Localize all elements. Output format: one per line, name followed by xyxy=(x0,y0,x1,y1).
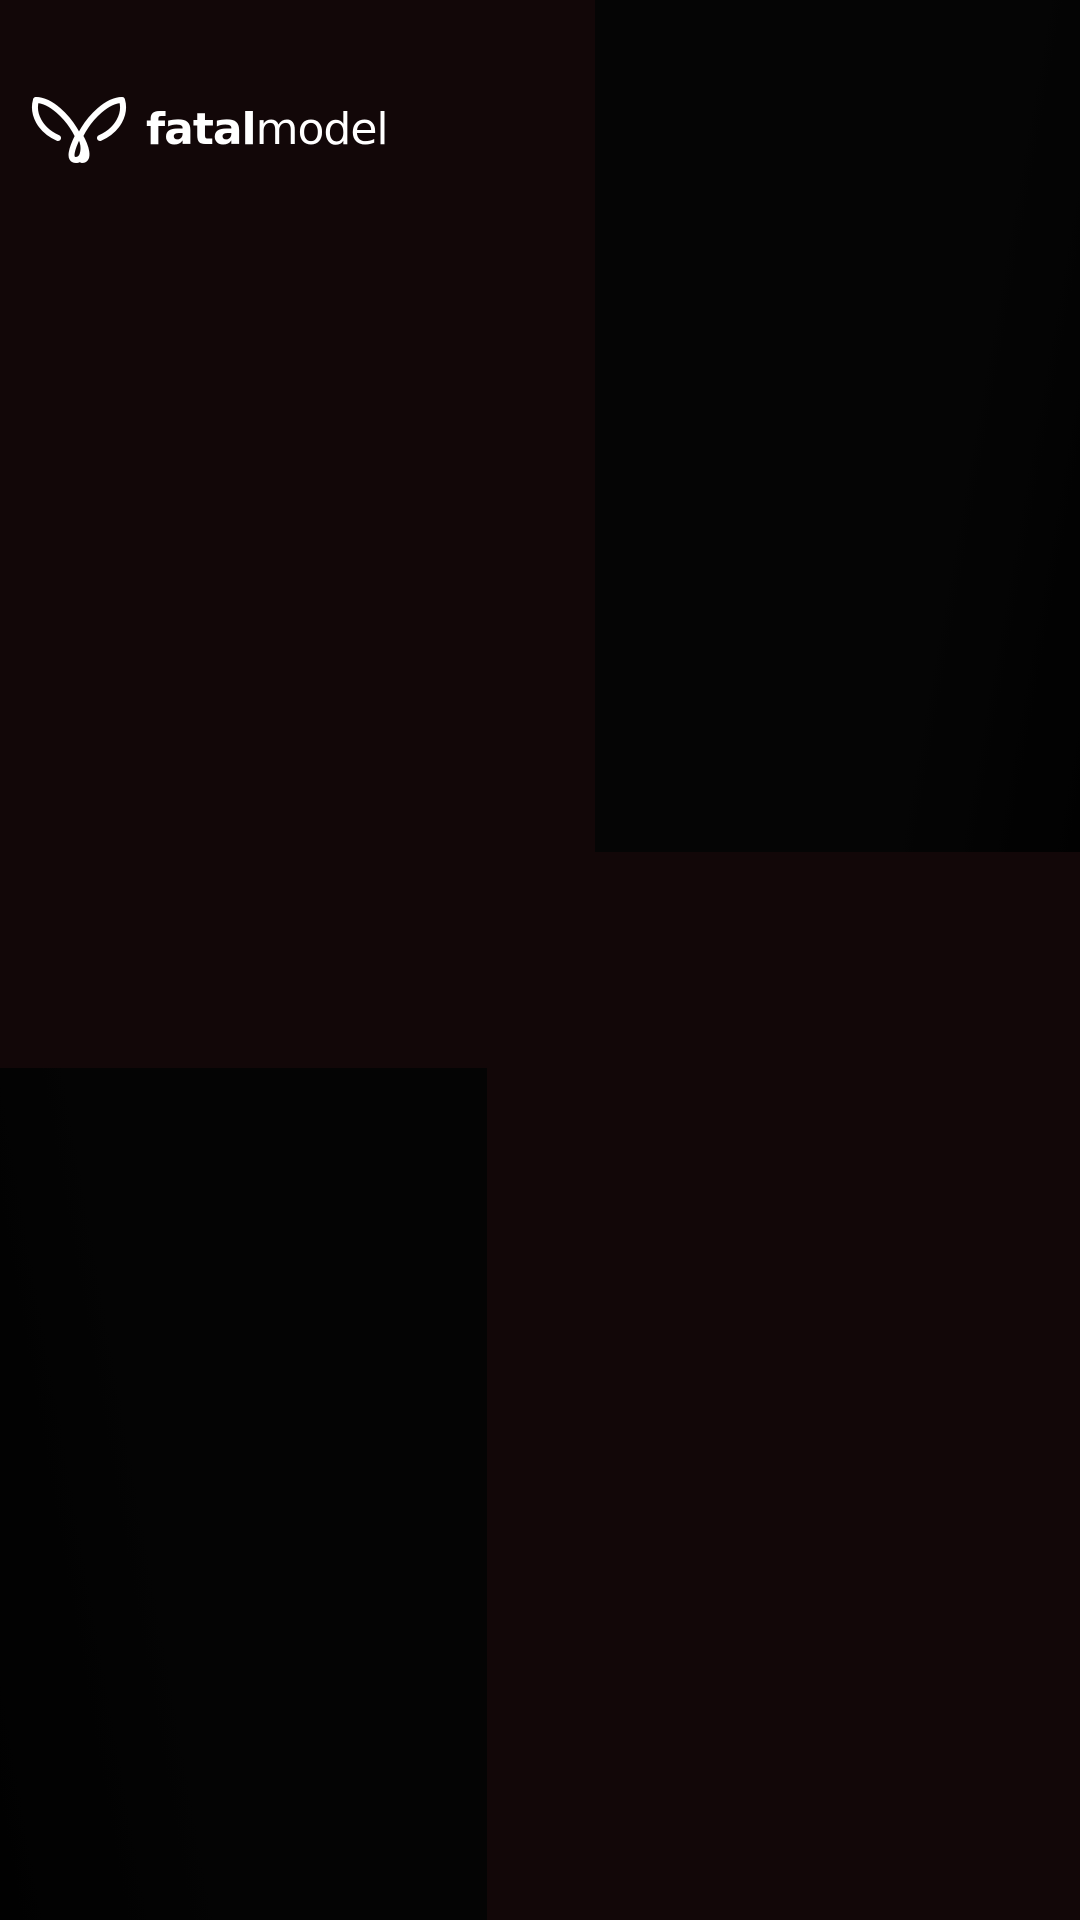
dark-photo xyxy=(0,1068,487,1920)
brand-name-light: model xyxy=(255,104,389,155)
brand-name-bold: fatal xyxy=(146,104,257,155)
brand-wordmark: fatalmodel xyxy=(146,108,389,152)
splash-screen: fatalmodel xyxy=(0,0,1080,1920)
dark-photo xyxy=(595,0,1080,852)
photo-panel-bottom-left xyxy=(0,1068,487,1920)
butterfly-icon xyxy=(32,97,126,163)
photo-panel-top-right xyxy=(595,0,1080,852)
brand-logo: fatalmodel xyxy=(28,94,389,166)
